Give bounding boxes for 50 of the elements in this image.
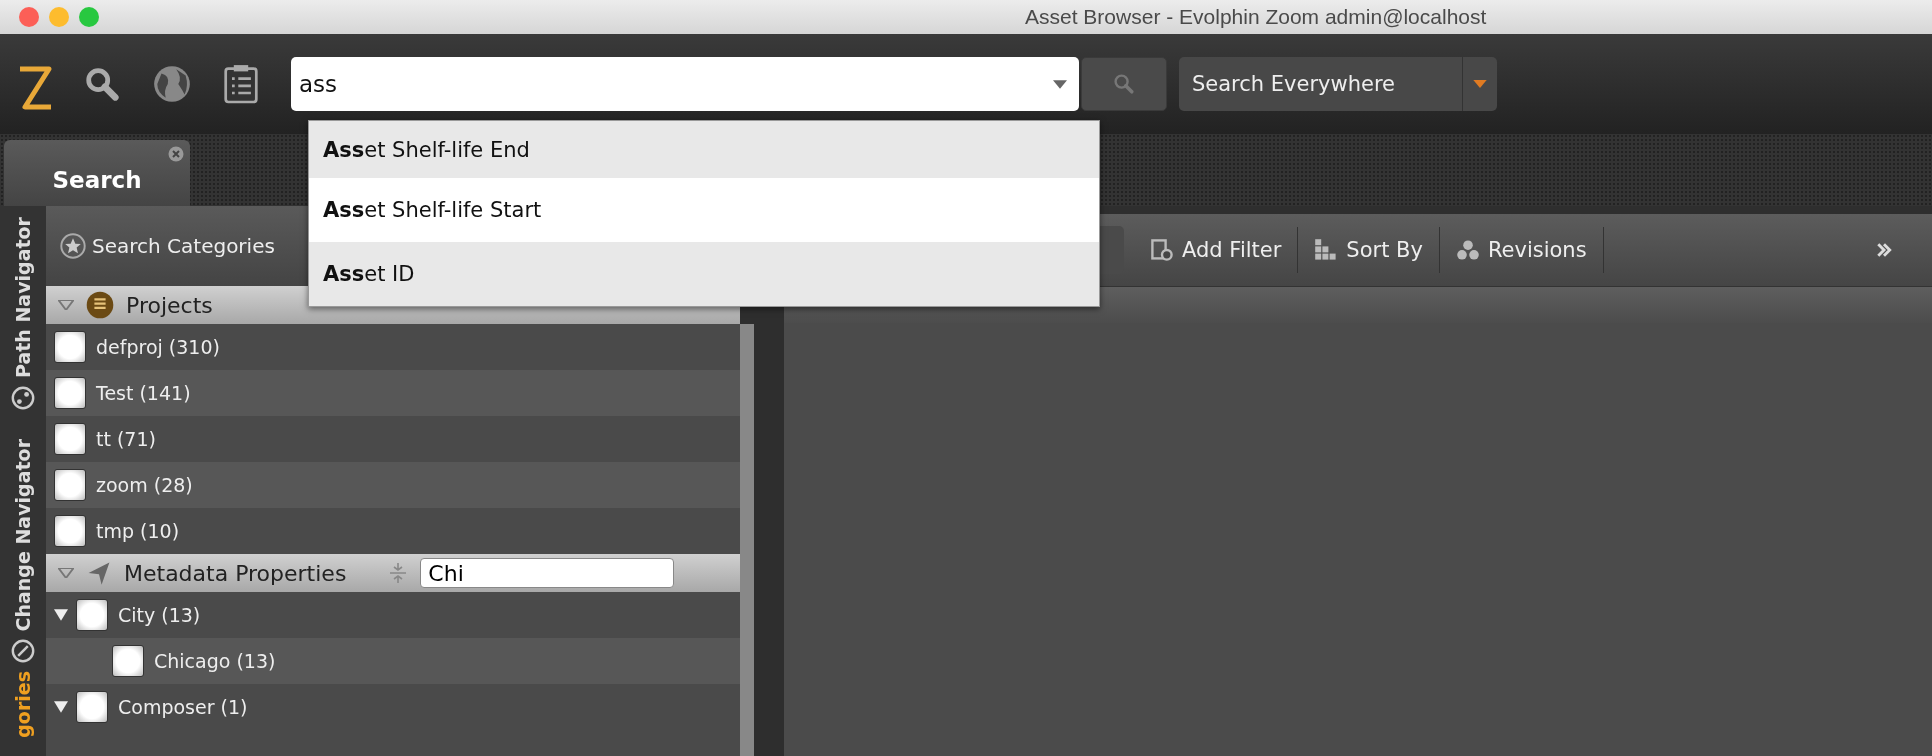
sort-button[interactable]: Sort By <box>1298 238 1439 262</box>
scrollbar[interactable] <box>740 324 754 756</box>
checkbox[interactable] <box>54 515 86 547</box>
section-title: Projects <box>126 292 213 318</box>
checkbox[interactable] <box>76 691 108 723</box>
projects-icon <box>86 291 114 319</box>
checkbox[interactable] <box>54 469 86 501</box>
search-icon[interactable] <box>83 65 121 103</box>
search-icon <box>1112 72 1136 96</box>
more-icon[interactable] <box>1876 242 1892 258</box>
side-tab[interactable]: gories <box>12 671 34 738</box>
dropdown-arrow-icon[interactable] <box>1053 79 1067 89</box>
window-title: Asset Browser - Evolphin Zoom admin@localhost <box>1025 5 1487 29</box>
suggestion-item[interactable]: Asset Shelf-life End <box>309 121 1099 178</box>
checkbox[interactable] <box>54 331 86 363</box>
tree-item[interactable]: tmp (10) <box>96 520 180 542</box>
side-tab[interactable]: Path Navigator <box>12 217 34 378</box>
compass-icon <box>11 639 35 663</box>
tree-item[interactable]: Chicago (13) <box>154 650 276 672</box>
suggestion-item[interactable]: Asset Shelf-life Start <box>309 178 1099 242</box>
section-title: Metadata Properties <box>124 560 347 586</box>
expand-arrow-icon[interactable] <box>54 609 68 621</box>
filter-button[interactable]: Add Filter <box>1134 238 1298 262</box>
path-icon <box>11 386 35 410</box>
revisions-button[interactable]: Revisions <box>1439 238 1603 262</box>
filter-icon <box>1150 238 1174 262</box>
caret-icon <box>1473 80 1487 88</box>
search-field[interactable]: ass <box>291 57 1079 111</box>
close-icon[interactable] <box>168 146 184 162</box>
tree-item[interactable]: tt (71) <box>96 428 156 450</box>
clipboard-icon[interactable] <box>223 63 259 105</box>
globe-icon[interactable] <box>151 63 193 105</box>
tree-item[interactable]: defproj (310) <box>96 336 220 358</box>
checkbox[interactable] <box>76 599 108 631</box>
revisions-icon <box>1455 238 1480 262</box>
sort-icon <box>1314 238 1339 262</box>
tree-item[interactable]: Composer (1) <box>118 696 248 718</box>
filter-field[interactable]: Chi <box>420 558 675 588</box>
side-tab[interactable]: Change Navigator <box>12 438 34 631</box>
scope-dropdown[interactable]: Search Everywhere <box>1179 57 1497 111</box>
checkbox[interactable] <box>54 423 86 455</box>
expand-arrow-icon[interactable] <box>54 701 68 713</box>
tree-item[interactable]: zoom (28) <box>96 474 193 496</box>
search-categories-button[interactable]: Search Categories <box>60 233 275 259</box>
checkbox[interactable] <box>112 645 144 677</box>
checkbox[interactable] <box>54 377 86 409</box>
search-tab[interactable]: Search <box>4 140 190 206</box>
tree-item[interactable]: Test (141) <box>96 382 191 404</box>
suggestion-item[interactable]: Asset ID <box>309 242 1099 306</box>
tree-item[interactable]: City (13) <box>118 604 201 626</box>
